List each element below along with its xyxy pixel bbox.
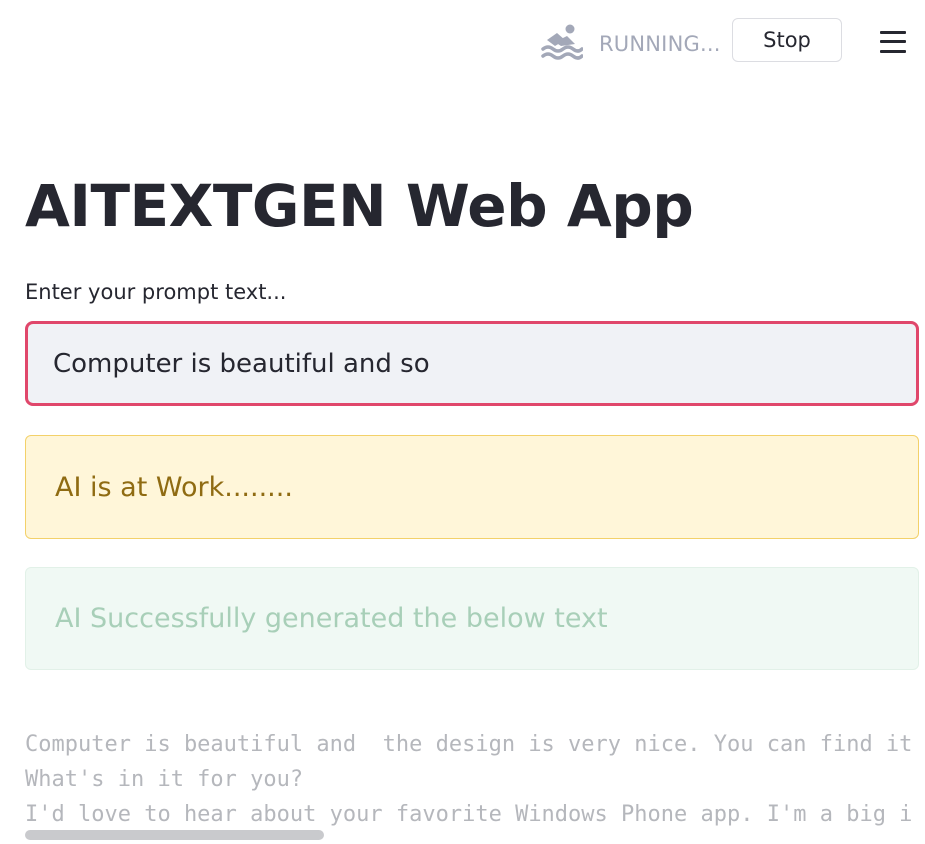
output-line: I'd love to hear about your favorite Win…: [25, 802, 913, 827]
success-alert: AI Successfully generated the below text: [25, 567, 919, 670]
success-text: AI Successfully generated the below text: [55, 603, 608, 634]
output-line: Computer is beautiful and the design is …: [25, 732, 913, 757]
prompt-label: Enter your prompt text...: [25, 280, 287, 304]
horizontal-scrollbar[interactable]: [25, 830, 324, 840]
warning-text: AI is at Work........: [55, 471, 293, 503]
prompt-input[interactable]: [25, 321, 919, 406]
stop-button[interactable]: Stop: [732, 18, 842, 62]
warning-alert: AI is at Work........: [25, 435, 919, 539]
running-status: RUNNING...: [599, 32, 721, 56]
generated-text-output[interactable]: Computer is beautiful and the design is …: [25, 727, 919, 844]
top-bar: RUNNING... Stop: [0, 0, 925, 82]
page-title: AITEXTGEN Web App: [25, 172, 694, 240]
output-line: What's in it for you?: [25, 767, 304, 792]
swimmer-icon: [541, 24, 583, 60]
hamburger-menu-icon[interactable]: [878, 28, 908, 56]
